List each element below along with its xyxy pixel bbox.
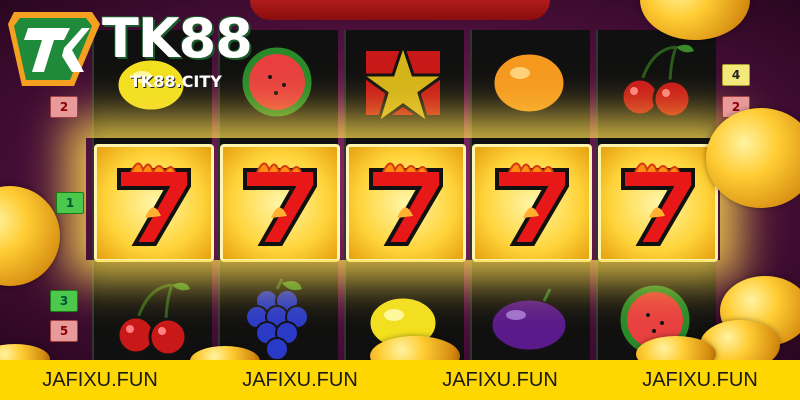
reel-1-seven-symbol-icon <box>94 144 214 262</box>
line-button-left-1[interactable]: 2 <box>50 96 78 118</box>
footer-domain-text: JAFIXU.FUN <box>242 368 358 391</box>
brand-title: TK88 <box>102 7 253 70</box>
footer-domain-text: JAFIXU.FUN <box>442 368 558 391</box>
reel-5-cherry-symbol-icon <box>600 32 710 132</box>
brand-logo[interactable]: TK88 TK88.CITY <box>4 4 254 94</box>
reel-1-cherry-symbol-icon <box>96 270 206 360</box>
line-button-left-4[interactable]: 5 <box>50 320 78 342</box>
line-button-left-2[interactable]: 1 <box>56 192 84 214</box>
reel-3-seven-symbol-icon <box>346 144 466 262</box>
tk-emblem-icon <box>8 12 100 86</box>
reel-4-orange-symbol-icon <box>474 32 584 132</box>
reel-4-seven-symbol-icon <box>472 144 592 262</box>
line-button-right-1[interactable]: 4 <box>722 64 750 86</box>
reel-2-seven-symbol-icon <box>220 144 340 262</box>
line-button-left-3[interactable]: 3 <box>50 290 78 312</box>
footer-domain-text: JAFIXU.FUN <box>42 368 158 391</box>
gold-coin-icon <box>706 108 800 208</box>
reel-4-plum-symbol-icon <box>474 270 584 360</box>
brand-url: TK88.CITY <box>130 72 222 91</box>
game-title-banner <box>250 0 550 20</box>
footer-domain-text: JAFIXU.FUN <box>642 368 758 391</box>
reel-5-seven-symbol-icon <box>598 144 718 262</box>
gold-coin-icon <box>0 344 50 360</box>
game-stage: 2 1 3 5 4 2 TK88 TK88.CITY <box>0 0 800 360</box>
footer-watermark-bar: JAFIXU.FUN JAFIXU.FUN JAFIXU.FUN JAFIXU.… <box>0 360 800 400</box>
reel-3-star-symbol-icon <box>348 32 458 132</box>
gold-coin-icon <box>0 186 60 286</box>
